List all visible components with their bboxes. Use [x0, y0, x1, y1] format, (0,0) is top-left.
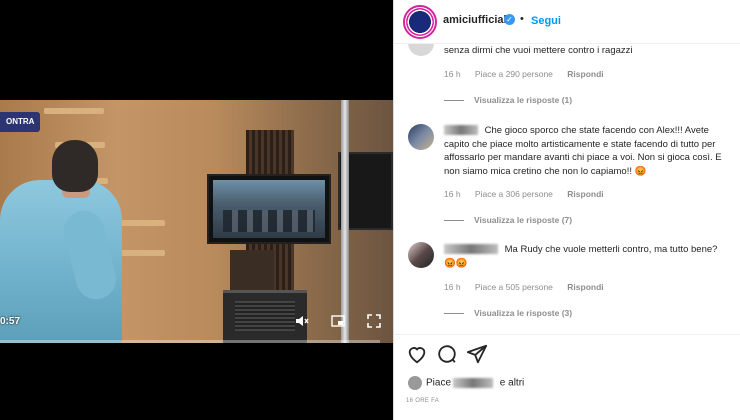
- post-actions: Piace e altri 16 ORE FA: [394, 334, 740, 420]
- follow-button[interactable]: Segui: [531, 15, 561, 27]
- likes-prefix: Piace: [426, 377, 452, 389]
- verified-icon: ✓: [504, 14, 515, 25]
- comment-text: Che gioco sporco che state facendo con A…: [444, 125, 722, 177]
- redacted-username: [444, 125, 478, 136]
- reply-button[interactable]: Rispondi: [567, 282, 603, 292]
- comment-meta: 16 h Piace a 290 persone Rispondi: [444, 69, 616, 79]
- video-player[interactable]: ONTRA 0:57: [0, 0, 393, 420]
- comment-likes[interactable]: Piace a 290 persone: [475, 69, 553, 79]
- share-icon[interactable]: [466, 343, 488, 365]
- view-replies-button[interactable]: Visualizza le risposte (3): [444, 308, 572, 318]
- comment-meta: 16 h Piace a 306 persone Rispondi: [444, 189, 616, 199]
- view-replies-label: Visualizza le risposte (1): [474, 95, 573, 105]
- likes-summary[interactable]: Piace e altri: [408, 376, 524, 390]
- comment-icon[interactable]: [436, 343, 458, 365]
- commenter-avatar[interactable]: [408, 124, 434, 150]
- replies-line: [444, 220, 464, 222]
- account-username[interactable]: amiciufficiale: [443, 14, 513, 26]
- mute-icon[interactable]: [294, 314, 310, 330]
- comment-age[interactable]: 16 h: [444, 189, 461, 199]
- likes-suffix: e altri: [499, 377, 525, 389]
- person-head: [52, 140, 98, 192]
- metal-pole: [341, 100, 349, 343]
- comment-likes[interactable]: Piace a 505 persone: [475, 282, 553, 292]
- pip-icon[interactable]: [330, 314, 346, 330]
- view-replies-button[interactable]: Visualizza le risposte (1): [444, 95, 572, 105]
- wall-shelf: [44, 108, 104, 114]
- liker-avatar: [408, 376, 422, 390]
- replies-line: [444, 313, 464, 315]
- comment-age[interactable]: 16 h: [444, 282, 461, 292]
- view-replies-button[interactable]: Visualizza le risposte (7): [444, 215, 572, 225]
- reply-button[interactable]: Rispondi: [567, 189, 603, 199]
- comment-text: senza dirmi che vuoi mettere contro i ra…: [444, 45, 633, 56]
- comment-likes[interactable]: Piace a 306 persone: [475, 189, 553, 199]
- tv-screen: [213, 180, 325, 238]
- comment-body: Ma Rudy che vuole metterli contro, ma tu…: [444, 243, 729, 270]
- video-time: 0:57: [0, 316, 21, 327]
- comment-age[interactable]: 16 h: [444, 69, 461, 79]
- replies-line: [444, 100, 464, 102]
- post-sidebar: amiciufficiale ✓ • Segui senza dirmi che…: [393, 0, 740, 420]
- commenter-avatar[interactable]: [408, 44, 434, 56]
- comments-list: senza dirmi che vuoi mettere contro i ra…: [394, 44, 740, 334]
- account-avatar[interactable]: [406, 8, 434, 36]
- fullscreen-icon[interactable]: [366, 314, 382, 330]
- redacted-liker: [453, 378, 494, 388]
- show-badge: ONTRA: [0, 112, 41, 132]
- heart-icon[interactable]: [406, 343, 428, 365]
- video-frame[interactable]: ONTRA 0:57: [0, 100, 393, 343]
- post-header: amiciufficiale ✓ • Segui: [394, 0, 740, 44]
- reply-button[interactable]: Rispondi: [567, 69, 603, 79]
- commenter-avatar[interactable]: [408, 242, 434, 268]
- television: [207, 174, 331, 244]
- post-timestamp[interactable]: 16 ORE FA: [406, 398, 439, 404]
- redacted-username: [444, 244, 498, 255]
- separator-dot: •: [520, 13, 524, 25]
- comment-body: Che gioco sporco che state facendo con A…: [444, 124, 729, 178]
- video-progress-bar[interactable]: [0, 340, 380, 343]
- comment-meta: 16 h Piace a 505 persone Rispondi: [444, 282, 616, 292]
- view-replies-label: Visualizza le risposte (3): [474, 308, 573, 318]
- view-replies-label: Visualizza le risposte (7): [474, 215, 573, 225]
